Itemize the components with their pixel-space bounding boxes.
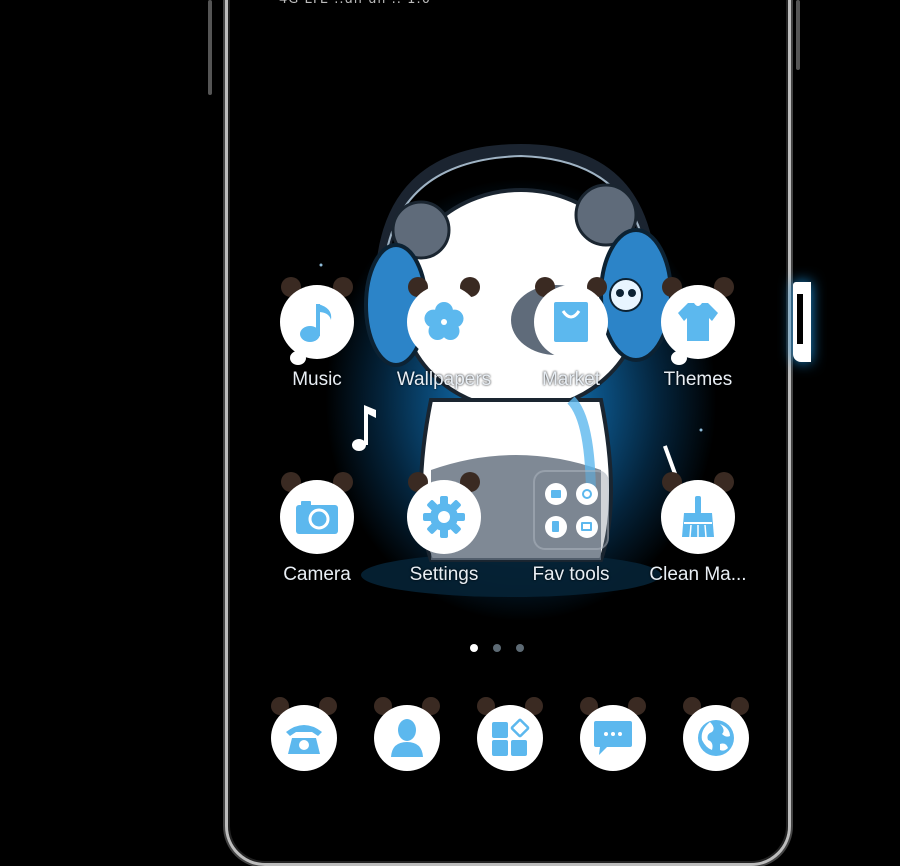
app-clean-master[interactable]: Clean Ma... <box>638 472 758 586</box>
power-button <box>796 0 800 70</box>
camera-icon <box>296 501 338 534</box>
dock-browser[interactable] <box>683 697 749 771</box>
message-icon <box>594 721 632 755</box>
home-screen: 4G LTE ..ull ull .. 1:0 <box>231 0 779 800</box>
page-indicator <box>470 644 524 652</box>
app-label: Settings <box>409 564 479 585</box>
dock-phone[interactable] <box>271 697 337 771</box>
app-settings[interactable]: Settings <box>384 472 504 586</box>
dock-contacts[interactable] <box>374 697 440 771</box>
music-note-icon <box>300 304 332 342</box>
app-music[interactable]: Music <box>257 277 377 391</box>
app-label: Market <box>541 369 601 390</box>
dock-app-drawer[interactable] <box>477 697 543 771</box>
shopping-bag-icon <box>554 302 588 342</box>
app-label: Themes <box>663 369 733 390</box>
broom-icon <box>682 496 714 538</box>
flower-icon <box>424 302 464 340</box>
next-page-peek-icon <box>793 282 811 362</box>
folder-icon <box>533 470 609 550</box>
apps-grid-icon <box>492 718 530 756</box>
dock-messages[interactable] <box>580 697 646 771</box>
page-dot[interactable] <box>493 644 501 652</box>
app-camera[interactable]: Camera <box>257 472 377 586</box>
phone-icon <box>286 725 322 754</box>
tshirt-icon <box>678 303 718 341</box>
app-label: Wallpapers <box>396 369 492 390</box>
panda-wallpaper <box>319 143 703 597</box>
globe-icon <box>698 720 734 756</box>
app-label: Clean Ma... <box>649 564 747 585</box>
app-market[interactable]: Market <box>511 277 631 391</box>
page-dot[interactable] <box>516 644 524 652</box>
app-themes[interactable]: Themes <box>638 277 758 391</box>
gear-icon <box>423 496 465 538</box>
app-label: Music <box>292 369 342 390</box>
app-label: Fav tools <box>532 564 610 585</box>
app-fav-tools-folder[interactable]: Fav tools <box>511 470 631 586</box>
app-wallpapers[interactable]: Wallpapers <box>384 277 504 391</box>
app-label: Camera <box>283 564 351 585</box>
contact-icon <box>391 719 423 757</box>
page-dot-active[interactable] <box>470 644 478 652</box>
volume-button <box>208 0 212 95</box>
